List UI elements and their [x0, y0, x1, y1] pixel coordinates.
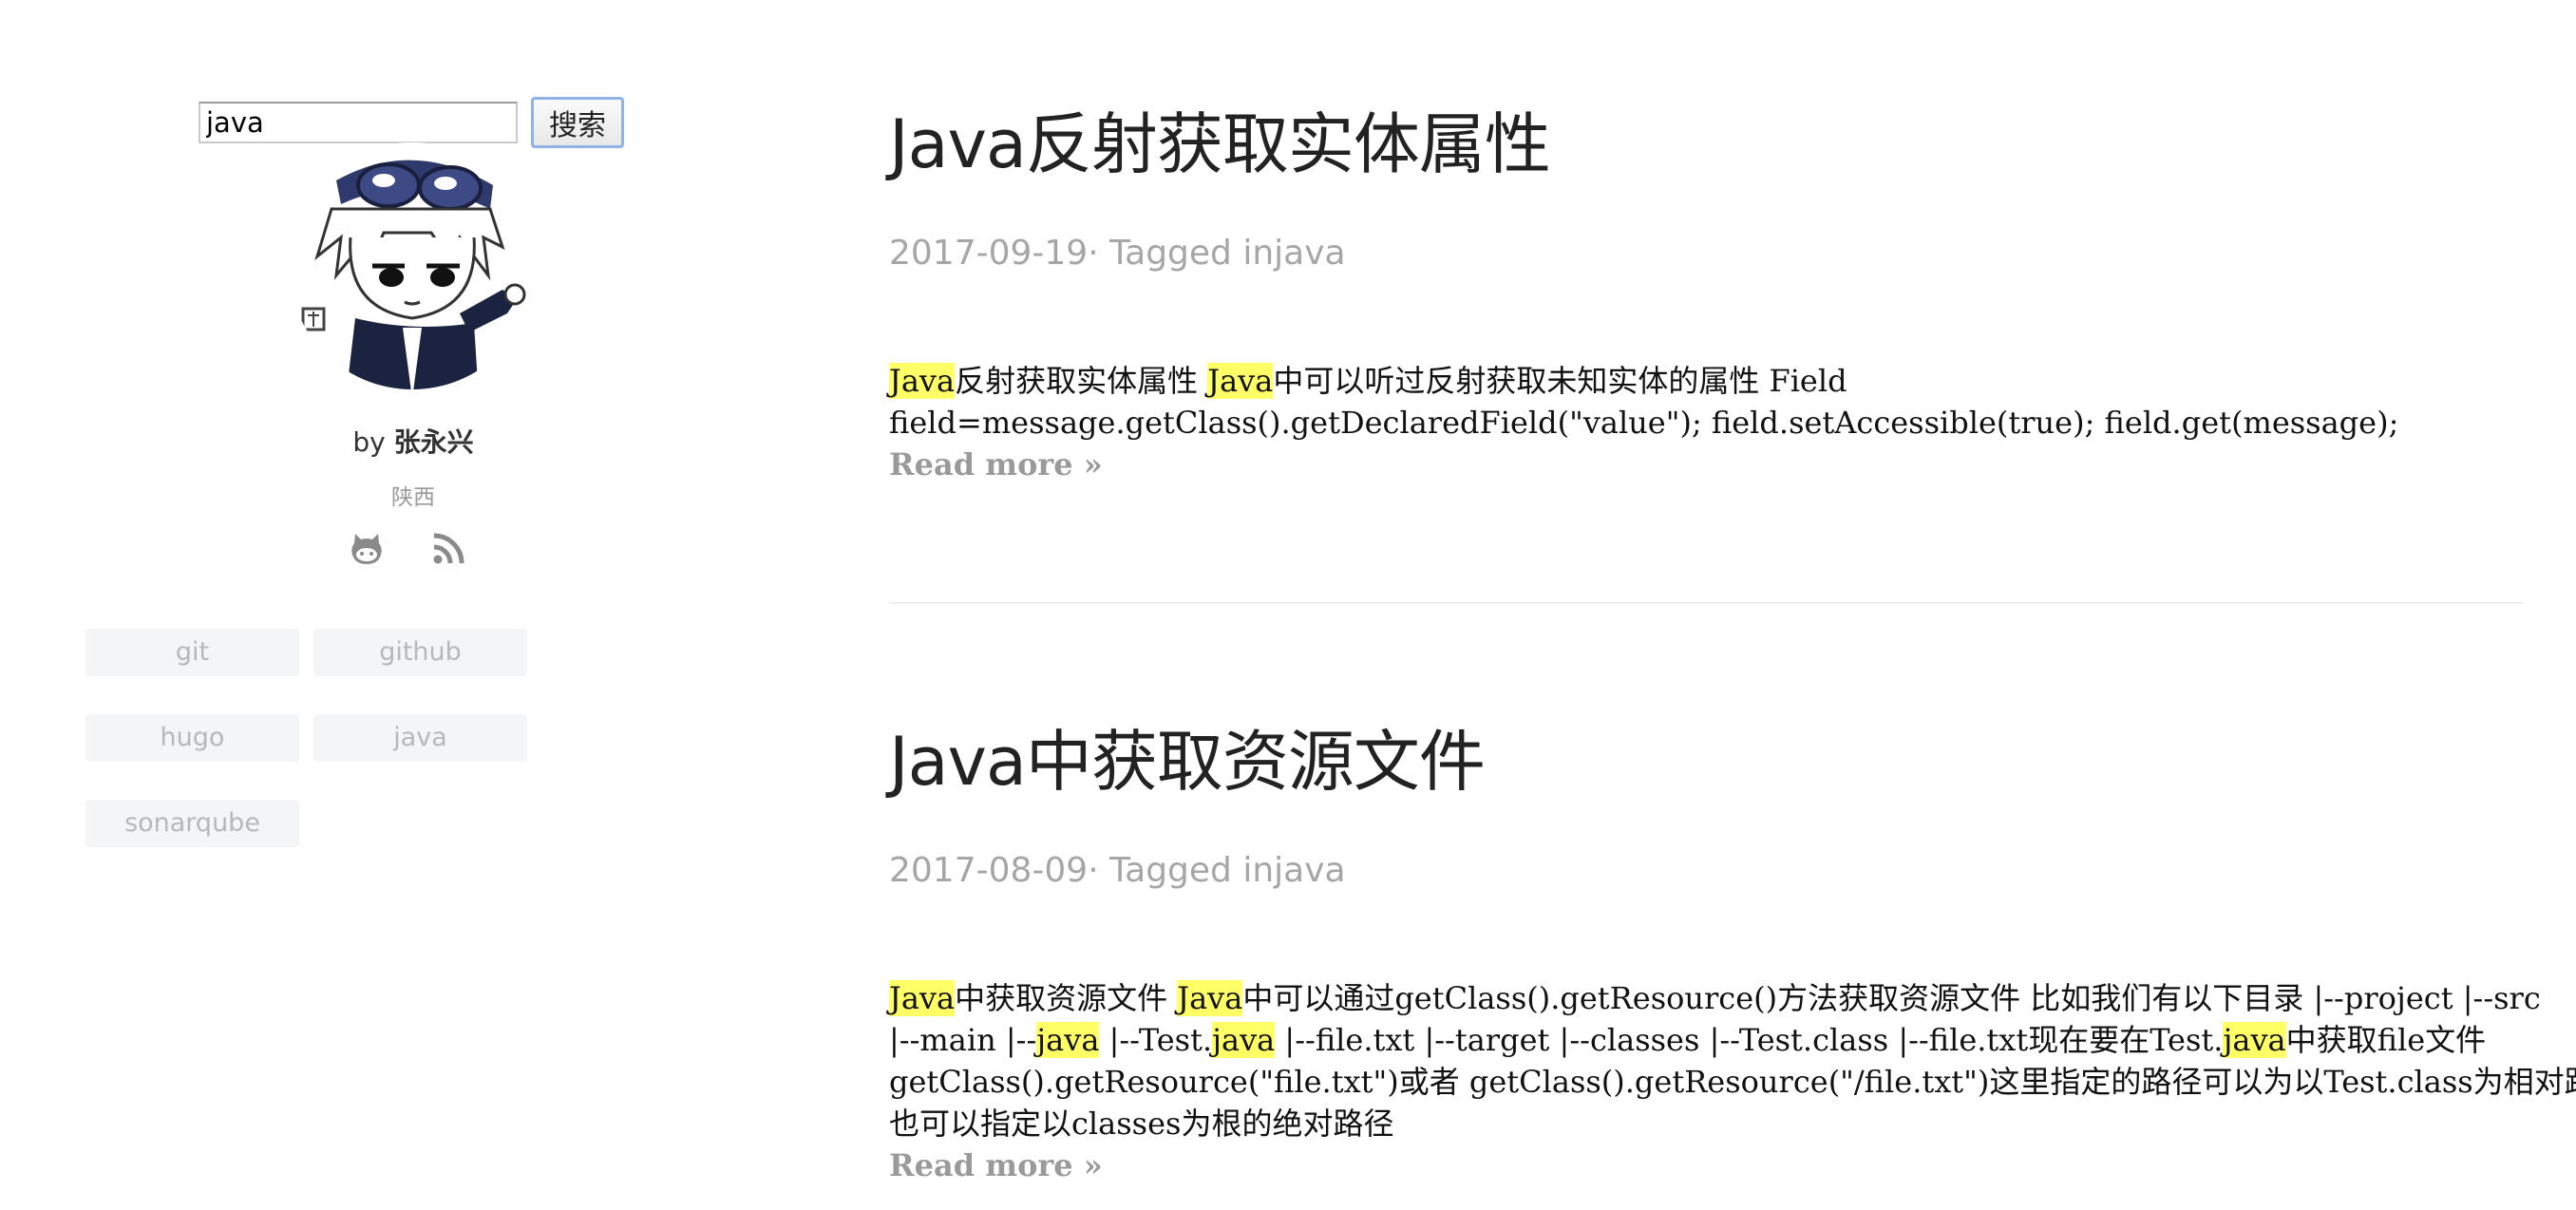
search-highlight: java [2223, 1022, 2286, 1058]
summary-line: 也可以指定以classes为根的绝对路径 [889, 1106, 1394, 1142]
search-highlight: Java [889, 363, 956, 399]
sidebar: 搜索 [0, 0, 826, 1210]
summary-line: Java反射获取实体属性 Java中可以听过反射获取未知实体的属性 Field [889, 360, 2523, 402]
tag-java[interactable]: java [313, 714, 527, 762]
summary-line: getClass().getResource("file.txt")或者 get… [889, 1064, 2576, 1100]
tag-git[interactable]: git [85, 629, 299, 676]
search-highlight: Java [889, 980, 956, 1016]
summary-text: 中获取file文件 [2285, 1022, 2487, 1058]
avatar [289, 142, 536, 389]
author-location: 陕西 [391, 485, 435, 510]
post-tag-link[interactable]: injava [1242, 851, 1345, 890]
post-divider [889, 602, 2523, 604]
summary-text: 中可以通过getClass().getResource()方法获取资源文件 比如… [1242, 980, 2541, 1016]
post-title[interactable]: Java中获取资源文件 [889, 709, 2523, 804]
tag-sonarqube[interactable]: sonarqube [85, 800, 299, 847]
post-date: 2017-09-19 [889, 234, 1089, 273]
rss-link[interactable] [429, 530, 467, 568]
search-form: 搜索 [199, 97, 624, 148]
summary-line: field=message.getClass().getDeclaredFiel… [889, 405, 2399, 441]
post-meta: 2017-08-09· Tagged injava [889, 851, 1346, 890]
author-name: 张永兴 [393, 426, 474, 458]
search-input[interactable] [199, 102, 518, 143]
by-label: by [352, 426, 386, 458]
rss-icon [433, 533, 464, 564]
read-more-link[interactable]: Read more » [889, 1144, 2523, 1186]
post-date: 2017-08-09 [889, 851, 1089, 890]
post-meta-separator: · Tagged [1088, 851, 1243, 890]
post-title[interactable]: Java反射获取实体属性 [889, 91, 2523, 187]
author-line: by 张永兴 [0, 422, 826, 460]
post-summary: Java中获取资源文件 Java中可以通过getClass().getResou… [889, 977, 2576, 1186]
github-link[interactable] [348, 530, 386, 568]
post-meta: 2017-09-19· Tagged injava [889, 234, 1346, 273]
summary-line: |--main |--java |--Test.java |--file.txt… [889, 1019, 2523, 1061]
tag-hugo[interactable]: hugo [85, 714, 299, 762]
summary-text: |--main |-- [889, 1022, 1037, 1058]
post-item: Java中获取资源文件 2017-08-09· Tagged injava Ja… [889, 709, 2576, 1183]
summary-text: 中获取资源文件 [955, 980, 1178, 1016]
tag-github[interactable]: github [313, 629, 527, 676]
summary-text: 反射获取实体属性 [955, 363, 1208, 399]
summary-text: 中可以听过反射获取未知实体的属性 Field [1273, 363, 1847, 399]
search-highlight: java [1036, 1022, 1100, 1058]
social-links [348, 530, 467, 568]
search-highlight: Java [1177, 980, 1243, 1016]
post-summary: Java反射获取实体属性 Java中可以听过反射获取未知实体的属性 Field … [889, 360, 2523, 485]
search-highlight: Java [1207, 363, 1274, 399]
read-more-link[interactable]: Read more » [889, 444, 2523, 485]
summary-text: |--Test. [1099, 1022, 1213, 1058]
post-meta-separator: · Tagged [1088, 234, 1243, 273]
post-tag-link[interactable]: injava [1242, 234, 1345, 273]
summary-line: Java中获取资源文件 Java中可以通过getClass().getResou… [889, 977, 2541, 1019]
search-highlight: java [1212, 1022, 1276, 1058]
search-button[interactable]: 搜索 [531, 97, 624, 148]
post-item: Java反射获取实体属性 2017-09-19· Tagged injava J… [889, 91, 2523, 482]
summary-text: |--file.txt |--target |--classes |--Test… [1275, 1022, 2224, 1058]
github-icon [351, 534, 382, 564]
